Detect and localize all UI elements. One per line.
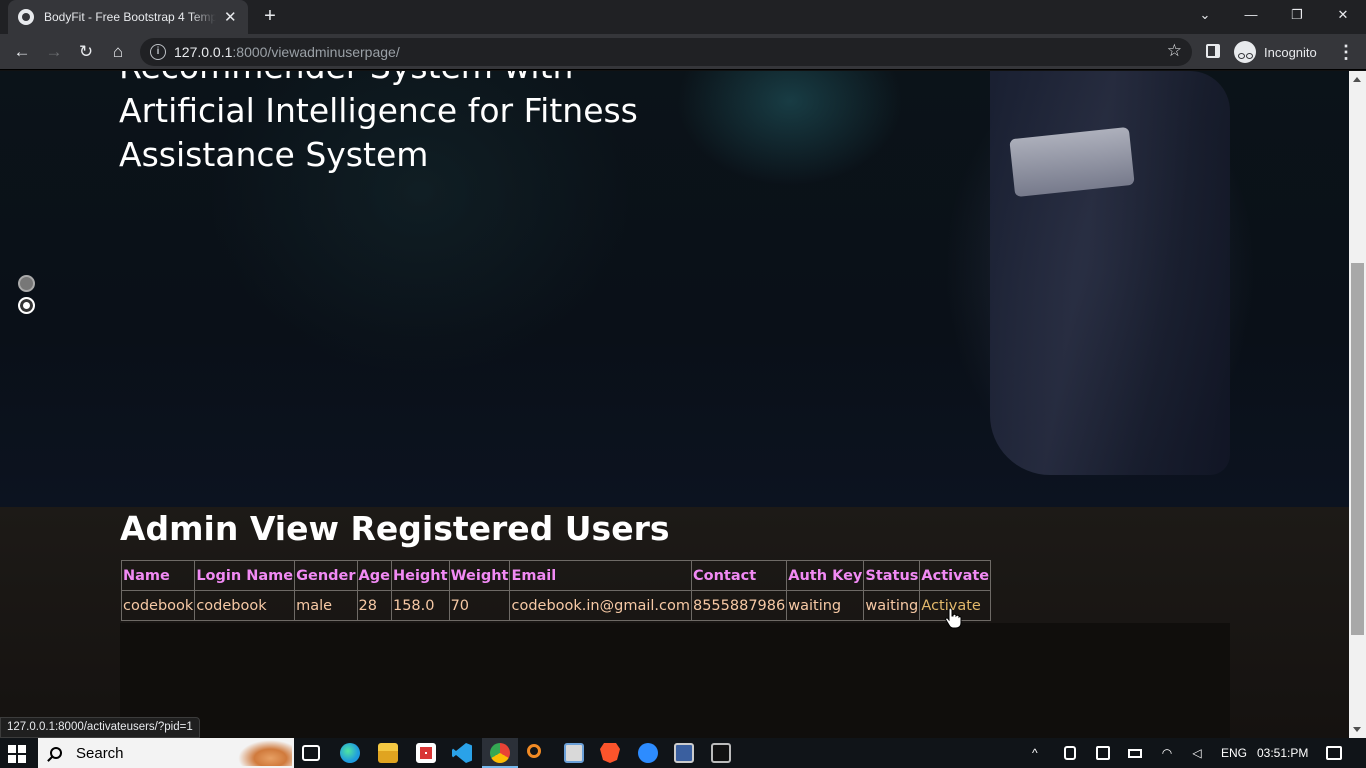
table-header-row: Name Login Name Gender Age Height Weight… (120, 560, 992, 591)
page-scrollbar[interactable] (1349, 71, 1366, 738)
browser-tab-strip: BodyFit - Free Bootstrap 4 Template ✕ + … (0, 0, 1366, 34)
hero-title: Recommender System with Artificial Intel… (119, 71, 638, 174)
notifications-icon[interactable] (1326, 746, 1342, 760)
cell-name: codebook (120, 590, 196, 621)
red-app-icon[interactable] (416, 743, 436, 763)
column-header-height: Height (390, 560, 450, 591)
page-title: Admin View Registered Users (120, 509, 670, 548)
hand-pointer-cursor-icon (945, 607, 962, 629)
registered-users-table: Name Login Name Gender Age Height Weight… (120, 560, 992, 621)
url-text[interactable]: 127.0.0.1:8000/viewadminuserpage/ (174, 44, 400, 60)
scroll-up-arrow-icon[interactable] (1353, 77, 1361, 82)
search-tool-icon[interactable] (527, 744, 541, 758)
scroll-down-arrow-icon[interactable] (1353, 727, 1361, 732)
vscode-icon[interactable] (452, 743, 472, 763)
back-button[interactable]: ← (10, 40, 34, 64)
wifi-icon[interactable]: ◠ (1160, 746, 1174, 760)
cell-height: 158.0 (390, 590, 450, 621)
tray-overflow-icon[interactable]: ^ (1032, 738, 1038, 768)
column-header-email: Email (509, 560, 692, 591)
column-header-contact: Contact (690, 560, 788, 591)
incognito-icon (1234, 41, 1256, 63)
slider-indicator-2[interactable] (18, 297, 35, 314)
admin-users-section: Admin View Registered Users Name Login N… (0, 507, 1349, 738)
search-icon (50, 747, 62, 759)
terminal-icon[interactable] (711, 743, 731, 763)
windows-taskbar: Search ^ ◠ ◁ ENG 03:51:PM (0, 738, 1366, 768)
cell-weight: 70 (448, 590, 511, 621)
file-explorer-icon[interactable] (378, 743, 398, 763)
restore-button[interactable]: ❐ (1274, 0, 1320, 30)
scroll-thumb[interactable] (1351, 263, 1364, 635)
browser-tab[interactable]: BodyFit - Free Bootstrap 4 Template ✕ (8, 0, 248, 34)
cell-login-name: codebook (194, 590, 296, 621)
globe-icon (18, 9, 34, 25)
cell-age: 28 (356, 590, 392, 621)
cell-contact: 8555887986 (690, 590, 788, 621)
link-status-bubble: 127.0.0.1:8000/activateusers/?pid=1 (0, 717, 200, 738)
zoom-icon[interactable] (638, 743, 658, 763)
battery-icon[interactable] (1128, 749, 1142, 758)
volume-icon[interactable]: ◁ (1190, 746, 1204, 760)
cell-auth-key: waiting (786, 590, 865, 621)
remote-desktop-icon[interactable] (674, 743, 694, 763)
language-indicator[interactable]: ENG (1221, 738, 1247, 768)
tab-search-icon[interactable]: ⌄ (1182, 0, 1228, 30)
column-header-gender: Gender (294, 560, 358, 591)
cell-gender: male (294, 590, 358, 621)
column-header-auth-key: Auth Key (786, 560, 865, 591)
clock[interactable]: 03:51:PM (1257, 738, 1308, 768)
incognito-label: Incognito (1264, 44, 1317, 60)
section-panel (120, 623, 1230, 738)
search-highlight-image (238, 740, 292, 766)
site-info-icon[interactable]: i (150, 44, 166, 60)
column-header-login-name: Login Name (194, 560, 296, 591)
url-host: 127.0.0.1 (174, 44, 233, 60)
tab-close-icon[interactable]: ✕ (224, 8, 237, 26)
column-header-age: Age (356, 560, 392, 591)
brave-icon[interactable] (600, 743, 620, 763)
new-tab-button[interactable]: + (258, 4, 282, 28)
taskbar-search-label: Search (76, 744, 124, 762)
tab-title: BodyFit - Free Bootstrap 4 Template (44, 10, 216, 24)
meet-now-icon[interactable] (1064, 746, 1076, 760)
windows-start-icon[interactable] (8, 745, 26, 763)
address-bar[interactable]: i 127.0.0.1:8000/viewadminuserpage/ ☆ (140, 38, 1192, 66)
home-button[interactable]: ⌂ (106, 40, 130, 64)
task-view-icon[interactable] (302, 745, 320, 761)
chrome-icon[interactable] (482, 743, 518, 768)
reload-button[interactable]: ↻ (74, 40, 98, 64)
cell-status: waiting (863, 590, 921, 621)
close-window-button[interactable]: ✕ (1320, 0, 1366, 30)
hero-banner: Recommender System with Artificial Intel… (0, 71, 1349, 507)
side-panel-icon[interactable] (1206, 44, 1220, 58)
page-viewport: Recommender System with Artificial Intel… (0, 71, 1349, 738)
display-icon[interactable] (1096, 746, 1110, 760)
cell-email: codebook.in@gmail.com (509, 590, 692, 621)
forward-button[interactable]: → (42, 40, 66, 64)
column-header-name: Name (120, 560, 196, 591)
bookmark-star-icon[interactable]: ☆ (1167, 41, 1182, 61)
column-header-weight: Weight (448, 560, 511, 591)
minimize-button[interactable]: — (1228, 0, 1274, 30)
edge-icon[interactable] (340, 743, 360, 763)
column-header-activate: Activate (919, 560, 992, 591)
image-tool-icon[interactable] (564, 743, 584, 763)
browser-toolbar: ← → ↻ ⌂ i 127.0.0.1:8000/viewadminuserpa… (0, 34, 1366, 70)
taskbar-search-box[interactable]: Search (38, 738, 294, 768)
browser-menu-icon[interactable]: ⋮ (1336, 40, 1356, 64)
column-header-status: Status (863, 560, 921, 591)
slider-indicator-1[interactable] (18, 275, 35, 292)
incognito-indicator[interactable]: Incognito (1234, 40, 1317, 64)
table-row: codebook codebook male 28 158.0 70 codeb… (120, 590, 992, 621)
url-path: :8000/viewadminuserpage/ (232, 44, 400, 60)
